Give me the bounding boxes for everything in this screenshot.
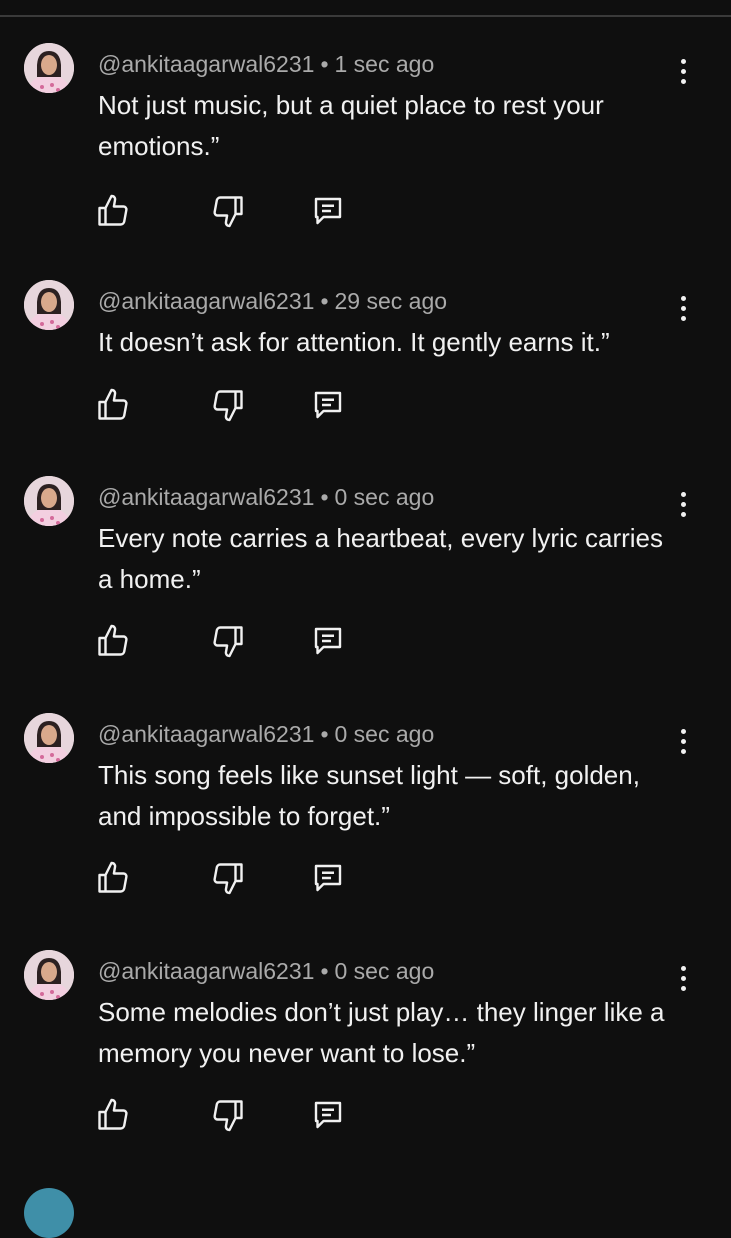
top-divider bbox=[0, 15, 731, 17]
thumbs-down-icon bbox=[213, 196, 243, 228]
comment-author[interactable]: @ankitaagarwal6231 bbox=[98, 958, 314, 984]
comment-meta: @ankitaagarwal6231 • 29 sec ago bbox=[98, 286, 447, 316]
avatar[interactable] bbox=[24, 713, 74, 763]
comment-reply-icon bbox=[314, 864, 342, 892]
like-button[interactable] bbox=[93, 621, 133, 661]
reply-button[interactable] bbox=[308, 191, 348, 231]
comment-actions bbox=[0, 858, 731, 898]
comment-text: Not just music, but a quiet place to res… bbox=[98, 90, 604, 161]
thumbs-up-icon bbox=[98, 194, 128, 226]
comment-time[interactable]: 0 sec ago bbox=[335, 484, 435, 510]
thumbs-up-icon bbox=[98, 861, 128, 893]
comment-time[interactable]: 0 sec ago bbox=[335, 958, 435, 984]
meta-separator: • bbox=[320, 958, 329, 984]
avatar-image bbox=[24, 713, 74, 763]
thumbs-up-icon bbox=[98, 388, 128, 420]
dislike-button[interactable] bbox=[208, 858, 248, 898]
comment-reply-icon bbox=[314, 1101, 342, 1129]
avatar-image bbox=[24, 280, 74, 330]
meta-separator: • bbox=[320, 721, 329, 747]
avatar[interactable] bbox=[24, 950, 74, 1000]
like-button[interactable] bbox=[93, 858, 133, 898]
meta-separator: • bbox=[320, 51, 329, 77]
comment-author[interactable]: @ankitaagarwal6231 bbox=[98, 721, 314, 747]
comment-time[interactable]: 29 sec ago bbox=[335, 288, 448, 314]
comment-text: This song feels like sunset light — soft… bbox=[98, 760, 640, 831]
thumbs-up-icon bbox=[98, 624, 128, 656]
comment-time[interactable]: 1 sec ago bbox=[335, 51, 435, 77]
comment-author[interactable]: @ankitaagarwal6231 bbox=[98, 484, 314, 510]
avatar[interactable] bbox=[24, 43, 74, 93]
thumbs-down-icon bbox=[213, 863, 243, 895]
reply-button[interactable] bbox=[308, 858, 348, 898]
thumbs-up-icon bbox=[98, 1098, 128, 1130]
like-button[interactable] bbox=[93, 191, 133, 231]
avatar-image bbox=[24, 476, 74, 526]
dislike-button[interactable] bbox=[208, 385, 248, 425]
meta-separator: • bbox=[320, 288, 329, 314]
dislike-button[interactable] bbox=[208, 621, 248, 661]
comment-reply-icon bbox=[314, 391, 342, 419]
more-vertical-icon[interactable] bbox=[670, 53, 696, 89]
more-vertical-icon[interactable] bbox=[670, 486, 696, 522]
thumbs-down-icon bbox=[213, 390, 243, 422]
more-vertical-icon[interactable] bbox=[670, 290, 696, 326]
meta-separator: • bbox=[320, 484, 329, 510]
comment-actions bbox=[0, 621, 731, 661]
avatar[interactable] bbox=[24, 280, 74, 330]
comment-meta: @ankitaagarwal6231 • 0 sec ago bbox=[98, 719, 434, 749]
reply-button[interactable] bbox=[308, 1095, 348, 1135]
dislike-button[interactable] bbox=[208, 1095, 248, 1135]
comment-text: Some melodies don’t just play… they ling… bbox=[98, 997, 665, 1068]
avatar-image bbox=[24, 950, 74, 1000]
dislike-button[interactable] bbox=[208, 191, 248, 231]
comment-actions bbox=[0, 385, 731, 425]
like-button[interactable] bbox=[93, 385, 133, 425]
more-vertical-icon[interactable] bbox=[670, 723, 696, 759]
comment-reply-icon bbox=[314, 627, 342, 655]
thumbs-down-icon bbox=[213, 1100, 243, 1132]
comment-actions bbox=[0, 1095, 731, 1135]
comment-meta: @ankitaagarwal6231 • 0 sec ago bbox=[98, 482, 434, 512]
comment-text: It doesn’t ask for attention. It gently … bbox=[98, 327, 610, 357]
comment-meta: @ankitaagarwal6231 • 1 sec ago bbox=[98, 49, 434, 79]
avatar[interactable] bbox=[24, 1188, 74, 1238]
avatar-image bbox=[24, 43, 74, 93]
comment-reply-icon bbox=[314, 197, 342, 225]
comment-author[interactable]: @ankitaagarwal6231 bbox=[98, 288, 314, 314]
reply-button[interactable] bbox=[308, 621, 348, 661]
comment-meta: @ankitaagarwal6231 • 0 sec ago bbox=[98, 956, 434, 986]
avatar[interactable] bbox=[24, 476, 74, 526]
comment-text: Every note carries a heartbeat, every ly… bbox=[98, 523, 663, 594]
more-vertical-icon[interactable] bbox=[670, 960, 696, 996]
like-button[interactable] bbox=[93, 1095, 133, 1135]
thumbs-down-icon bbox=[213, 626, 243, 658]
comment-actions bbox=[0, 191, 731, 231]
comment-author[interactable]: @ankitaagarwal6231 bbox=[98, 51, 314, 77]
reply-button[interactable] bbox=[308, 385, 348, 425]
comment-time[interactable]: 0 sec ago bbox=[335, 721, 435, 747]
